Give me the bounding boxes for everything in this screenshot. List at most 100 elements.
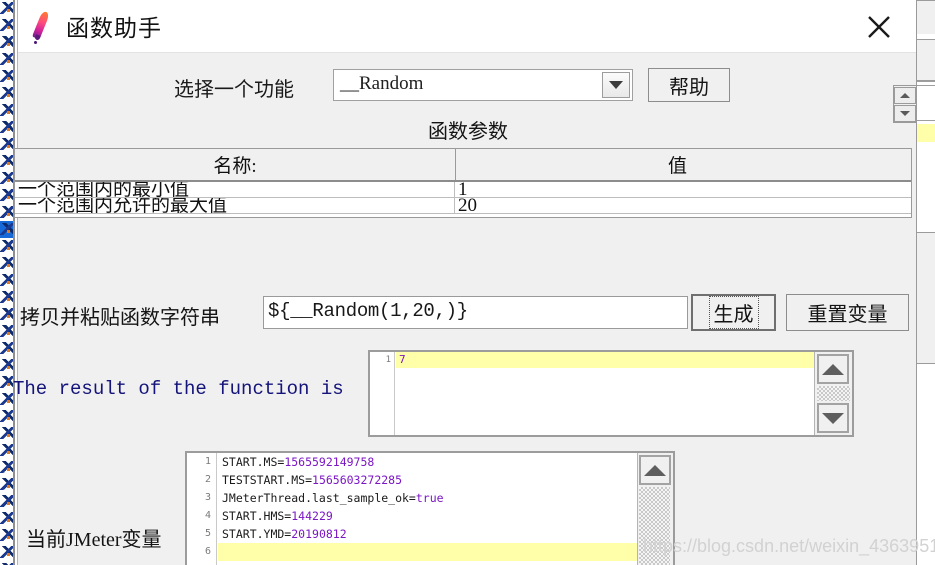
background-tree-item: [0, 306, 13, 323]
scroll-up-icon[interactable]: [817, 354, 849, 384]
table-cell-name[interactable]: 一个范围内允许的最大值: [15, 198, 455, 213]
code-line[interactable]: START.HMS=144229: [218, 507, 673, 525]
help-button[interactable]: 帮助: [648, 68, 730, 102]
code-line-empty[interactable]: [396, 416, 852, 432]
select-function-label: 选择一个功能: [174, 79, 294, 101]
background-tree-item: [0, 408, 13, 425]
background-tree-item: [0, 425, 13, 442]
result-label: The result of the function is: [13, 378, 344, 400]
background-tree-item: [0, 561, 13, 565]
line-number: 1: [385, 355, 391, 365]
function-select-value: __Random: [340, 73, 424, 94]
background-tree-item: [0, 204, 13, 221]
variables-scrollbar[interactable]: [637, 453, 673, 565]
background-tree-item: [0, 510, 13, 527]
function-string-value: ${__Random(1,20,)}: [268, 300, 468, 322]
background-tree-item: [0, 102, 13, 119]
line-number: 4: [204, 510, 211, 521]
function-helper-dialog: 函数助手 选择一个功能 __Random 帮助 函数参数 名称: 值 一个范围内…: [13, 0, 918, 565]
line-number: 5: [204, 528, 211, 539]
generate-button[interactable]: 生成: [691, 294, 776, 331]
table-cell-value-text: 1: [458, 182, 468, 197]
scrollbar-track[interactable]: [817, 386, 850, 401]
generate-button-label: 生成: [708, 296, 759, 329]
scroll-up-icon[interactable]: [894, 87, 916, 104]
result-scrollbar[interactable]: [814, 352, 852, 435]
code-line-empty[interactable]: [218, 561, 673, 565]
background-tree-item: [0, 391, 13, 408]
code-line[interactable]: JMeterThread.last_sample_ok=true: [218, 489, 673, 507]
chevron-down-icon[interactable]: [602, 72, 630, 98]
background-tree-item: [0, 221, 13, 238]
background-tree-item: [0, 170, 13, 187]
dialog-body: 选择一个功能 __Random 帮助 函数参数 名称: 值 一个范围内的最小值 …: [13, 53, 918, 565]
table-cell-name[interactable]: 一个范围内的最小值: [15, 182, 455, 197]
table-cell-value-text: 20: [458, 198, 477, 213]
table-header-row: 名称: 值: [15, 149, 911, 182]
dialog-title: 函数助手: [66, 15, 162, 41]
background-tree-item: [0, 459, 13, 476]
table-header-value[interactable]: 值: [456, 149, 899, 180]
background-tree-item: [0, 374, 13, 391]
jmeter-feather-icon: [30, 9, 56, 44]
background-tree-item: [0, 544, 13, 561]
function-string-input[interactable]: ${__Random(1,20,)}: [263, 296, 688, 329]
background-tree-item: [0, 119, 13, 136]
background-tree-item: [0, 323, 13, 340]
table-cell-value[interactable]: 20: [455, 198, 898, 213]
code-line[interactable]: [218, 543, 673, 561]
scroll-up-icon[interactable]: [639, 455, 671, 485]
reset-variables-button[interactable]: 重置变量: [786, 294, 909, 331]
table-cell-name-text: 一个范围内的最小值: [18, 182, 190, 197]
line-number: 1: [204, 456, 211, 467]
scroll-down-icon[interactable]: [817, 403, 849, 433]
code-line[interactable]: 7: [396, 352, 852, 368]
copy-paste-label: 拷贝并粘贴函数字符串: [20, 307, 220, 329]
scroll-down-icon[interactable]: [894, 105, 916, 122]
variables-label: 当前JMeter变量: [26, 529, 162, 551]
table-row[interactable]: 一个范围内允许的最大值 20: [15, 198, 911, 214]
function-parameters-caption: 函数参数: [428, 121, 508, 143]
background-tree-item: [0, 255, 13, 272]
scrollbar-track[interactable]: [639, 487, 670, 565]
background-tree-item: [0, 527, 13, 544]
table-row[interactable]: 一个范围内的最小值 1: [15, 182, 911, 198]
background-tree-item: [0, 68, 13, 85]
function-parameters-table: 名称: 值 一个范围内的最小值 1 一个范围内允许的最大值 20: [14, 148, 912, 218]
background-tree-item: [0, 272, 13, 289]
select-function-row: 选择一个功能 __Random 帮助: [18, 63, 918, 111]
code-line-empty[interactable]: [396, 368, 852, 384]
background-tree-item: [0, 442, 13, 459]
background-tree-strip: [0, 0, 13, 565]
background-tree-item: [0, 187, 13, 204]
code-line[interactable]: START.YMD=20190812: [218, 525, 673, 543]
background-tree-item: [0, 357, 13, 374]
variables-editor[interactable]: 1 2 3 4 5 6 START.MS=1565592149758 TESTSTART.M…: [185, 451, 675, 565]
result-code-area[interactable]: 7: [396, 352, 852, 435]
background-tree-item: [0, 476, 13, 493]
background-tree-item: [0, 85, 13, 102]
code-line[interactable]: TESTSTART.MS=1565603272285: [218, 471, 673, 489]
code-line[interactable]: START.MS=1565592149758: [218, 453, 673, 471]
line-number: 2: [204, 474, 211, 485]
table-cell-value[interactable]: 1: [455, 182, 898, 197]
code-line-empty[interactable]: [396, 384, 852, 400]
background-tree-item: [0, 34, 13, 51]
result-editor[interactable]: 1 7: [368, 350, 854, 437]
background-tree-item: [0, 493, 13, 510]
code-line-empty[interactable]: [396, 400, 852, 416]
line-number: 3: [204, 492, 211, 503]
table-cell-name-text: 一个范围内允许的最大值: [18, 198, 228, 213]
background-tree-item: [0, 0, 13, 17]
table-scrollbar[interactable]: [893, 85, 917, 123]
screen: 函数助手 选择一个功能 __Random 帮助 函数参数 名称: 值 一个范围内…: [0, 0, 935, 565]
line-number: 6: [204, 546, 211, 557]
variables-gutter: 1 2 3 4 5 6: [187, 453, 217, 565]
close-icon[interactable]: [860, 8, 898, 46]
table-header-name[interactable]: 名称:: [15, 149, 456, 180]
background-tree-item: [0, 238, 13, 255]
function-select[interactable]: __Random: [333, 69, 633, 101]
background-tree-item: [0, 51, 13, 68]
variables-code-area[interactable]: START.MS=1565592149758 TESTSTART.MS=15656…: [218, 453, 673, 565]
result-gutter: 1: [370, 352, 395, 435]
